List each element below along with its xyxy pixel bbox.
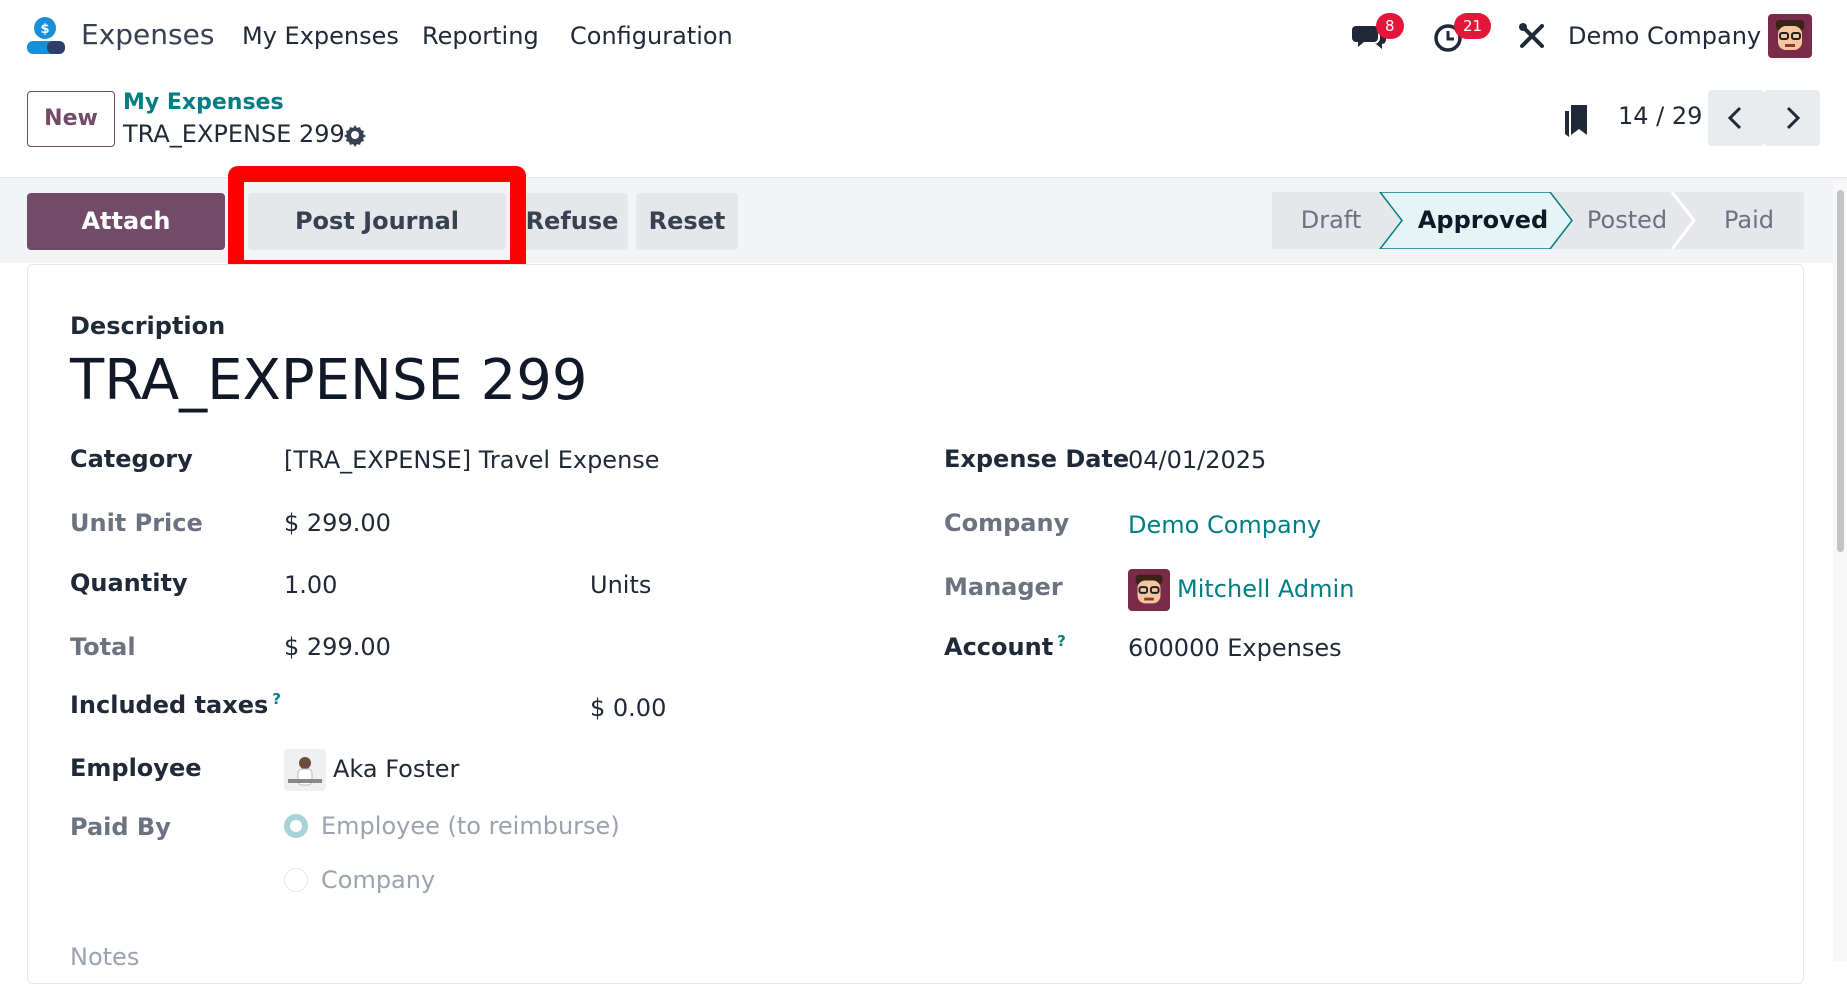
- employee-label: Employee: [70, 754, 202, 782]
- unit-price-field[interactable]: $ 299.00: [284, 509, 391, 537]
- category-field[interactable]: [TRA_EXPENSE] Travel Expense: [284, 446, 660, 474]
- manager-label: Manager: [944, 573, 1063, 601]
- debug-tools-icon[interactable]: [1514, 18, 1550, 54]
- paid-by-company-label[interactable]: Company: [321, 866, 435, 894]
- help-tooltip-icon[interactable]: ?: [272, 690, 281, 708]
- quantity-field[interactable]: 1.00: [284, 571, 337, 599]
- description-label: Description: [70, 312, 226, 340]
- company-switcher[interactable]: Demo Company: [1568, 22, 1761, 50]
- paid-by-company-radio[interactable]: [284, 868, 308, 892]
- paid-by-employee-radio[interactable]: [284, 814, 308, 838]
- manager-avatar: [1128, 569, 1170, 611]
- menu-configuration[interactable]: Configuration: [570, 22, 733, 50]
- reset-button[interactable]: Reset: [636, 193, 738, 250]
- svg-text:$: $: [40, 22, 49, 37]
- app-name[interactable]: Expenses: [81, 18, 214, 51]
- expenses-app-icon[interactable]: $: [25, 16, 67, 56]
- help-tooltip-icon[interactable]: ?: [1057, 632, 1066, 650]
- gear-icon[interactable]: [343, 123, 367, 147]
- account-field[interactable]: 600000 Expenses: [1128, 634, 1342, 662]
- status-bar: Draft Approved Posted Paid: [1272, 192, 1804, 249]
- total-value: $ 299.00: [284, 633, 391, 661]
- status-posted[interactable]: Posted: [1572, 192, 1682, 249]
- pager-previous-button[interactable]: [1708, 90, 1764, 146]
- pager-value[interactable]: 14 / 29: [1618, 102, 1702, 130]
- included-taxes-label: Included taxes?: [70, 690, 281, 719]
- status-paid[interactable]: Paid: [1694, 192, 1804, 249]
- paid-by-label: Paid By: [70, 813, 171, 841]
- scrollbar-thumb[interactable]: [1837, 190, 1844, 552]
- expense-date-label: Expense Date: [944, 445, 1130, 473]
- menu-reporting[interactable]: Reporting: [422, 22, 539, 50]
- refuse-button[interactable]: Refuse: [516, 193, 628, 250]
- notes-label: Notes: [70, 943, 140, 971]
- expense-date-field[interactable]: 04/01/2025: [1128, 446, 1266, 474]
- menu-my-expenses[interactable]: My Expenses: [242, 22, 399, 50]
- new-button[interactable]: New: [27, 91, 115, 147]
- messages-badge: 8: [1376, 13, 1404, 39]
- top-navbar: $ Expenses My Expenses Reporting Configu…: [0, 0, 1847, 72]
- employee-field[interactable]: Aka Foster: [333, 755, 459, 783]
- total-label: Total: [70, 633, 136, 661]
- control-panel: New My Expenses TRA_EXPENSE 299 14 / 29: [0, 72, 1847, 178]
- breadcrumb-my-expenses[interactable]: My Expenses: [123, 90, 284, 115]
- activities-badge: 21: [1454, 13, 1492, 39]
- user-avatar[interactable]: [1768, 14, 1812, 58]
- chevron-right-icon: [1786, 106, 1801, 130]
- company-link[interactable]: Demo Company: [1128, 511, 1321, 539]
- paid-by-employee-label[interactable]: Employee (to reimburse): [321, 812, 620, 840]
- quantity-uom: Units: [590, 571, 652, 599]
- account-label: Account?: [944, 632, 1066, 661]
- employee-avatar: [284, 749, 326, 791]
- manager-link[interactable]: Mitchell Admin: [1177, 575, 1354, 603]
- category-label: Category: [70, 445, 193, 473]
- expense-title[interactable]: TRA_EXPENSE 299: [70, 348, 588, 413]
- breadcrumb-current: TRA_EXPENSE 299: [123, 120, 345, 148]
- status-draft[interactable]: Draft: [1272, 192, 1390, 249]
- account-text: Account: [944, 633, 1054, 661]
- quantity-label: Quantity: [70, 569, 188, 597]
- attach-receipt-button[interactable]: Attach Receipt: [27, 193, 225, 292]
- status-approved[interactable]: Approved: [1402, 192, 1564, 249]
- included-taxes-value: $ 0.00: [590, 694, 667, 722]
- chevron-left-icon: [1727, 106, 1742, 130]
- bookmark-icon[interactable]: [1563, 103, 1591, 139]
- post-journal-entries-button[interactable]: Post Journal Entries: [248, 193, 506, 292]
- unit-price-label: Unit Price: [70, 509, 203, 537]
- company-label: Company: [944, 509, 1070, 537]
- pager-next-button[interactable]: [1764, 90, 1820, 146]
- included-taxes-text: Included taxes: [70, 691, 269, 719]
